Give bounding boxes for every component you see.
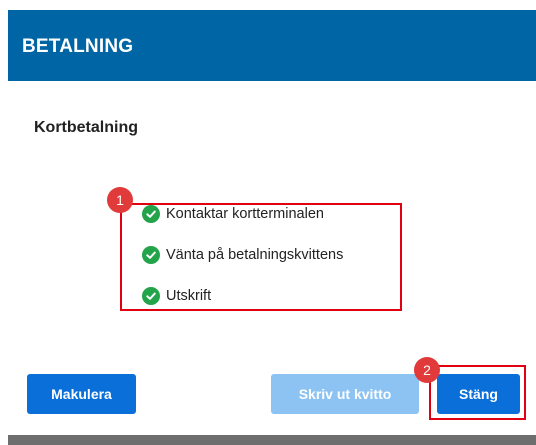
status-item-label: Kontaktar kortterminalen	[166, 206, 324, 222]
print-receipt-button[interactable]: Skriv ut kvitto	[271, 374, 419, 414]
payment-method-title: Kortbetalning	[34, 119, 138, 136]
close-button[interactable]: Stäng	[437, 374, 520, 414]
bottom-bar	[8, 435, 536, 445]
cancel-button[interactable]: Makulera	[27, 374, 136, 414]
callout-marker-2: 2	[414, 357, 440, 383]
status-item-label: Vänta på betalningskvittens	[166, 247, 344, 263]
payment-status-list: Kontaktar kortterminalen Vänta på betaln…	[120, 203, 402, 311]
dialog-title: BETALNING	[22, 36, 134, 57]
check-circle-icon	[142, 287, 160, 305]
status-item-contacting-terminal: Kontaktar kortterminalen	[142, 205, 324, 223]
callout-marker-1: 1	[107, 187, 133, 213]
status-item-label: Utskrift	[166, 288, 212, 304]
check-circle-icon	[142, 246, 160, 264]
status-item-printout: Utskrift	[142, 287, 211, 305]
status-item-awaiting-confirmation: Vänta på betalningskvittens	[142, 246, 343, 264]
dialog-header: BETALNING	[8, 10, 536, 81]
check-circle-icon	[142, 205, 160, 223]
